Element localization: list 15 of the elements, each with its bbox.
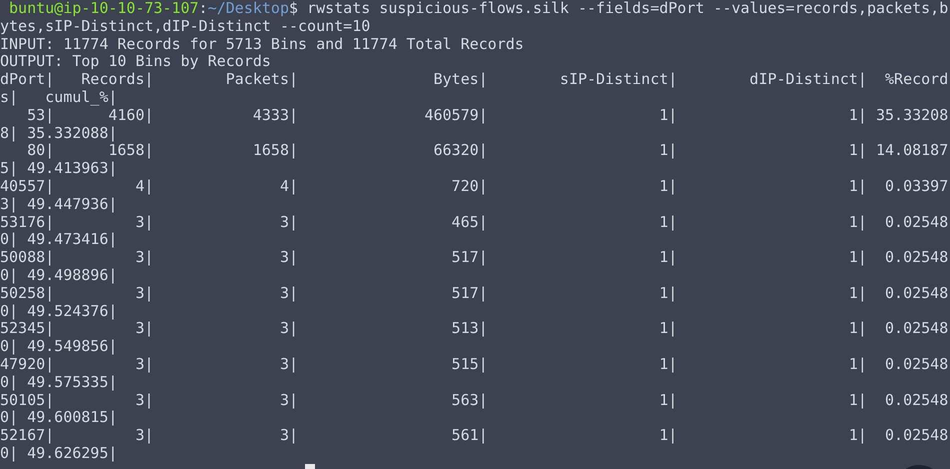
table-row: 40557| 4| 4| 720| 1| 1| 0.033973| 49.447936| <box>0 178 948 214</box>
output-line: OUTPUT: Top 10 Bins by Records <box>0 53 272 72</box>
table-row: 53176| 3| 3| 465| 1| 1| 0.025480| 49.473416| <box>0 214 948 250</box>
command-line: buntu@ip-10-10-73-107:~/Desktop$ rwstats suspicious-flows.silk --fields=dPort --values=records,packets,bytes,sIP-Distinct,dIP-Distinct --count=10 <box>0 0 948 36</box>
table-row: 52167| 3| 3| 561| 1| 1| 0.025480| 49.626295| <box>0 427 948 463</box>
table-row: 50105| 3| 3| 563| 1| 1| 0.025480| 49.600815| <box>0 392 948 428</box>
table-row: 50258| 3| 3| 517| 1| 1| 0.025480| 49.524376| <box>0 284 948 320</box>
table-row: 52345| 3| 3| 513| 1| 1| 0.025480| 49.549856| <box>0 320 948 356</box>
table-row: 53| 4160| 4333| 460579| 1| 1| 35.332088| 35.332088| <box>0 106 948 142</box>
table-header: dPort| Records| Packets| Bytes| sIP-Distinct| dIP-Distinct| %Records| cumul_%| <box>0 71 948 107</box>
output-line: INPUT: 11774 Records for 5713 Bins and 11774 Total Records <box>0 36 525 54</box>
table-row: 80| 1658| 1658| 66320| 1| 1| 14.081875| 49.413963| <box>0 142 948 178</box>
text-cursor <box>305 464 315 469</box>
table-row: 47920| 3| 3| 515| 1| 1| 0.025480| 49.575335| <box>0 356 948 392</box>
table-row: 50088| 3| 3| 517| 1| 1| 0.025480| 49.498896| <box>0 249 948 285</box>
